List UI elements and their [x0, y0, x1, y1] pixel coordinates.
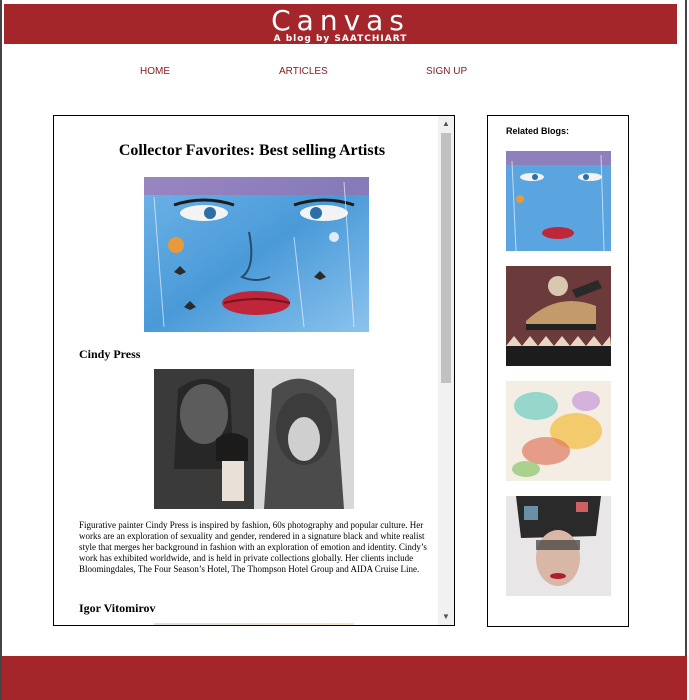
scroll-down-icon[interactable]: ▼: [438, 609, 454, 625]
related-blogs-heading: Related Blogs:: [506, 126, 570, 136]
logo-subtitle: A blog by SAATCHIART: [273, 34, 408, 44]
artwork-image-igor: [154, 623, 354, 625]
fragmented-portrait-thumbnail-icon: [506, 496, 611, 596]
nav-signup-link[interactable]: SIGN UP: [426, 66, 467, 77]
artist-name-cindy: Cindy Press: [79, 347, 141, 361]
scroll-up-icon[interactable]: ▲: [438, 116, 454, 132]
nav-articles-link[interactable]: ARTICLES: [279, 66, 328, 77]
article-scrollbar[interactable]: ▲ ▼: [438, 116, 454, 625]
main-nav: HOME ARTICLES SIGN UP: [0, 66, 689, 80]
article-title: Collector Favorites: Best selling Artist…: [118, 142, 386, 159]
related-blogs-panel: Related Blogs:: [487, 115, 629, 627]
nav-home-link[interactable]: HOME: [140, 66, 170, 77]
logo-title[interactable]: Canvas: [4, 4, 677, 36]
black-white-portrait-photos: [154, 369, 354, 509]
painted-face-artwork: [144, 177, 369, 332]
site-header: Canvas A blog by SAATCHIART: [4, 4, 677, 44]
painted-face-thumbnail-icon: [506, 151, 611, 251]
related-blog-thumbnail-4[interactable]: [506, 496, 611, 596]
related-blog-thumbnail-1[interactable]: [506, 151, 611, 251]
related-blog-thumbnail-3[interactable]: [506, 381, 611, 481]
watercolor-splash-thumbnail-icon: [506, 381, 611, 481]
artist-name-igor: Igor Vitomirov: [79, 601, 156, 615]
abstract-figure-thumbnail-icon: [506, 266, 611, 366]
scroll-thumb[interactable]: [441, 133, 451, 383]
site-footer: [2, 656, 687, 700]
artist-bio-cindy: Figurative painter Cindy Press is inspir…: [79, 520, 427, 574]
related-blog-thumbnail-2[interactable]: [506, 266, 611, 366]
article-panel[interactable]: Collector Favorites: Best selling Artist…: [53, 115, 455, 626]
